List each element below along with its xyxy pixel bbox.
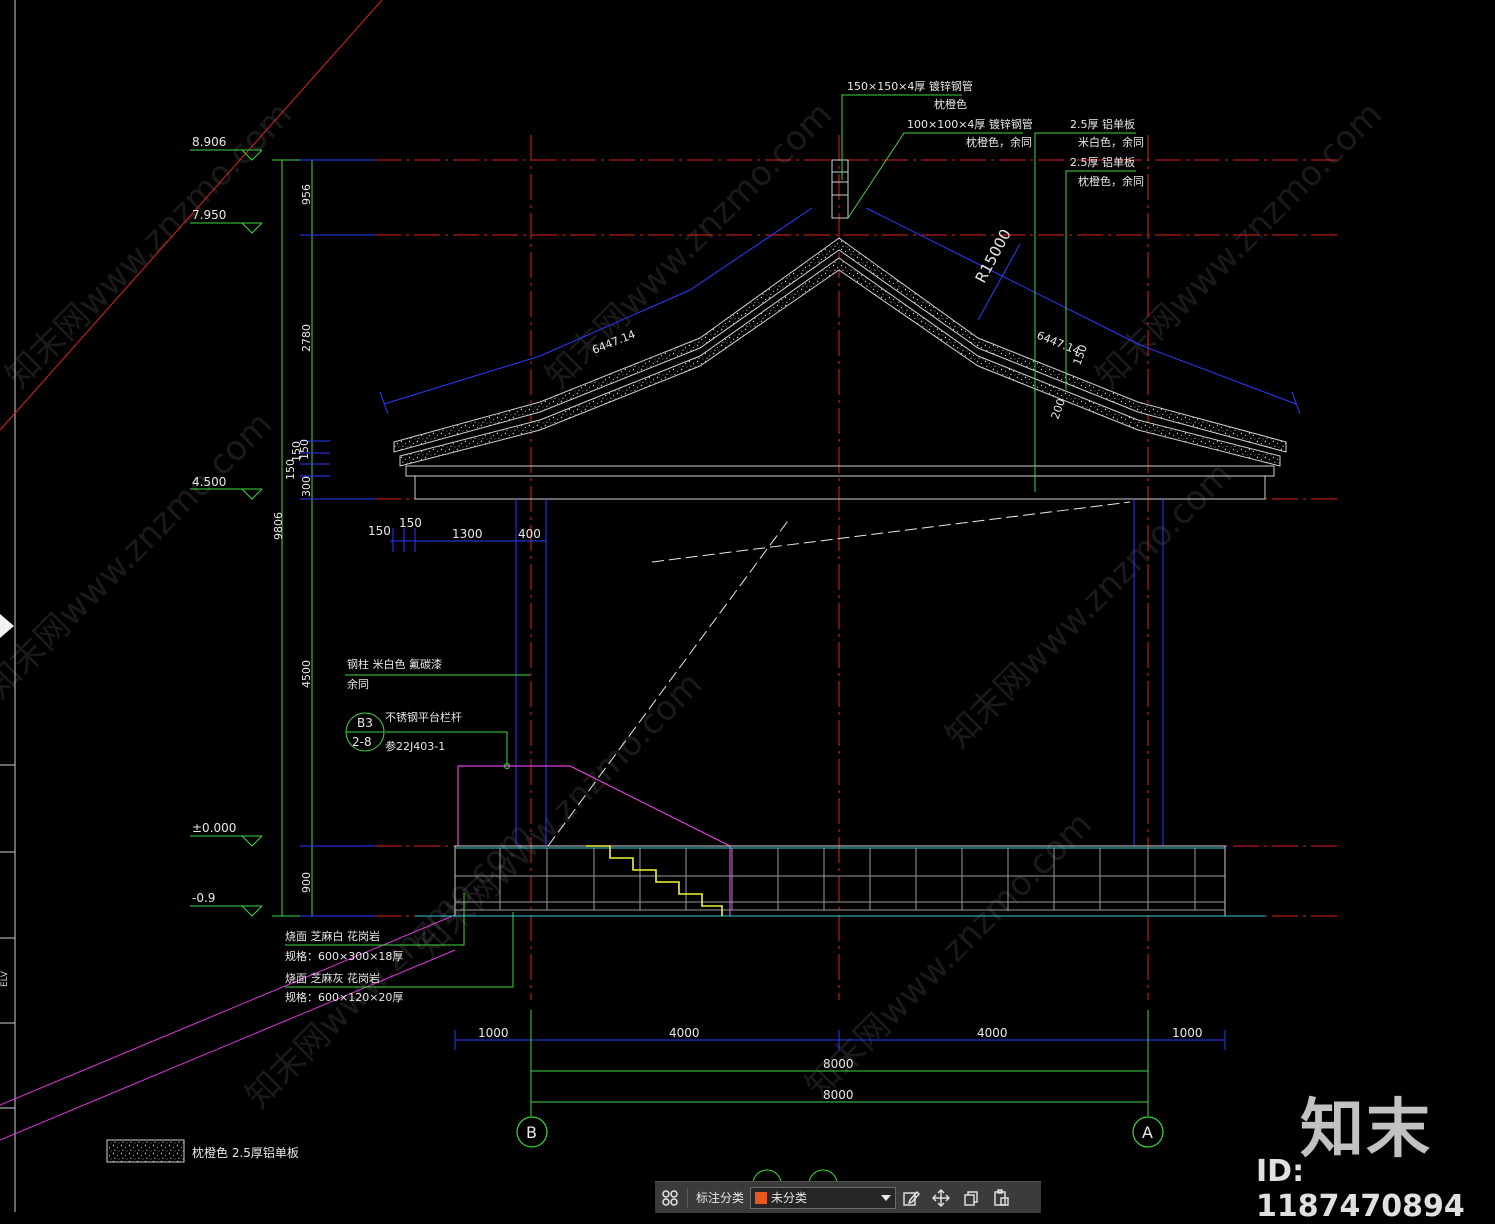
railing-label: 不锈钢平台栏杆 (385, 710, 462, 724)
axis-label-b: B (526, 1123, 537, 1142)
left-frame-ticks (0, 764, 15, 1109)
dim-8000-a: 8000 (823, 1057, 854, 1071)
cad-elevation-drawing[interactable]: 知末网www.znzmo.com 知末网www.znzmo.com 知末网www… (0, 0, 1495, 1212)
steel-column-note: 余同 (347, 677, 369, 691)
stone-2-spec: 规格：600×120×20厚 (285, 990, 403, 1004)
al-panel-2-color: 枕橙色，余同 (1078, 174, 1144, 188)
elevation-7950: 7.950 (192, 208, 226, 222)
roof-fascia (405, 465, 1275, 477)
al-panel-2-label: 2.5厚 铝单板 (1070, 155, 1135, 169)
detail-bubble-top: B3 (357, 716, 373, 730)
ridge-tube (831, 159, 849, 219)
annotation-toolbar: 标注分类 未分类 (655, 1181, 1041, 1213)
al-panel-1-color: 米白色，余同 (1078, 135, 1144, 149)
stone-1-spec: 规格：600×300×18厚 (285, 949, 403, 963)
edit-icon[interactable] (896, 1182, 926, 1213)
stone-2-label: 烧面 芝麻灰 花岗岩 (285, 971, 380, 985)
move-icon[interactable] (926, 1182, 956, 1213)
svg-text:知末网www.znzmo.com: 知末网www.znzmo.com (0, 94, 300, 396)
dim-150-b: 150 (298, 439, 311, 460)
al-panel-1-label: 2.5厚 铝单板 (1070, 117, 1135, 131)
ridge-tube-hatch (832, 171, 848, 196)
stray-red-line (0, 0, 383, 431)
svg-text:知末网www.znzmo.com: 知末网www.znzmo.com (238, 814, 540, 1116)
axis-label-a: A (1142, 1123, 1153, 1142)
platform-grid-vertical (499, 848, 1196, 910)
roof-beam (414, 475, 1266, 500)
vertical-dimension-extension (300, 159, 375, 917)
category-color-swatch (755, 1191, 768, 1204)
dim-300: 300 (300, 476, 313, 497)
elevation-4500: 4.500 (192, 475, 226, 489)
ridge-tube-2-label: 100×100×4厚 镀锌钢管 (907, 117, 1033, 131)
railing-reference: 参22J403-1 (385, 739, 445, 753)
category-select-value: 未分类 (771, 1191, 808, 1205)
dim-150-right: 150 (399, 516, 422, 530)
stone-1-label: 烧面 芝麻白 花岗岩 (285, 929, 380, 943)
legend-label: 枕橙色 2.5厚铝单板 (192, 1145, 299, 1160)
elv-tab[interactable]: ELV (0, 968, 14, 990)
dim-8000-b: 8000 (823, 1088, 854, 1102)
panel-expand-arrow-icon[interactable] (0, 614, 14, 638)
dim-4500: 4500 (300, 660, 313, 688)
ridge-tube-1-color: 枕橙色 (934, 97, 967, 111)
stair-profile (586, 845, 723, 916)
hidden-line-upper (651, 501, 1131, 563)
dim-2780: 2780 (300, 324, 313, 352)
stray-magenta-line-1 (0, 914, 456, 1106)
ridge-tube-2-color: 枕橙色，余同 (966, 135, 1032, 149)
stray-magenta-line-2 (0, 949, 456, 1141)
roof-thk-200: 200 (1049, 397, 1068, 421)
grid-view-icon[interactable] (655, 1182, 685, 1213)
paste-icon[interactable] (986, 1182, 1016, 1213)
elevation-markers (190, 149, 263, 917)
image-id: ID: 1187470894 (1256, 1154, 1465, 1224)
svg-text:知末网www.znzmo.com: 知末网www.znzmo.com (0, 404, 280, 706)
platform-grid-horizontal (455, 875, 1225, 911)
ridge-tube-1-label: 150×150×4厚 镀锌钢管 (847, 79, 973, 93)
annotation-category-label: 标注分类 (696, 1191, 745, 1205)
copy-icon[interactable] (956, 1182, 986, 1213)
dim-1000-right: 1000 (1172, 1026, 1203, 1040)
elevation-0000: ±0.000 (192, 821, 236, 835)
dim-400: 400 (518, 527, 541, 541)
dim-total-9806: 9806 (272, 512, 285, 540)
dim-1000-left: 1000 (478, 1026, 509, 1040)
dim-4000-left: 4000 (669, 1026, 700, 1040)
dim-150-left: 150 (368, 524, 391, 538)
dim-1300: 1300 (452, 527, 483, 541)
watermark: 知末网www.znzmo.com 知末网www.znzmo.com 知末网www… (0, 94, 1390, 1116)
platform-base (454, 845, 1226, 917)
toolbar-separator (687, 1187, 688, 1208)
steel-column-label: 钢柱 米白色 氟碳漆 (347, 657, 442, 671)
dim-900: 900 (300, 872, 313, 893)
dim-956: 956 (300, 184, 313, 205)
legend-swatch (106, 1139, 185, 1163)
annotation-category-select[interactable]: 未分类 (750, 1186, 897, 1209)
svg-text:知末网www.znzmo.com: 知末网www.znzmo.com (938, 454, 1240, 756)
elevation-minus-09: -0.9 (192, 891, 215, 905)
chevron-down-icon (881, 1194, 892, 1201)
elevation-8906: 8.906 (192, 135, 226, 149)
detail-bubble-bottom: 2-8 (352, 735, 372, 749)
columns (515, 499, 1164, 846)
dim-4000-right: 4000 (977, 1026, 1008, 1040)
